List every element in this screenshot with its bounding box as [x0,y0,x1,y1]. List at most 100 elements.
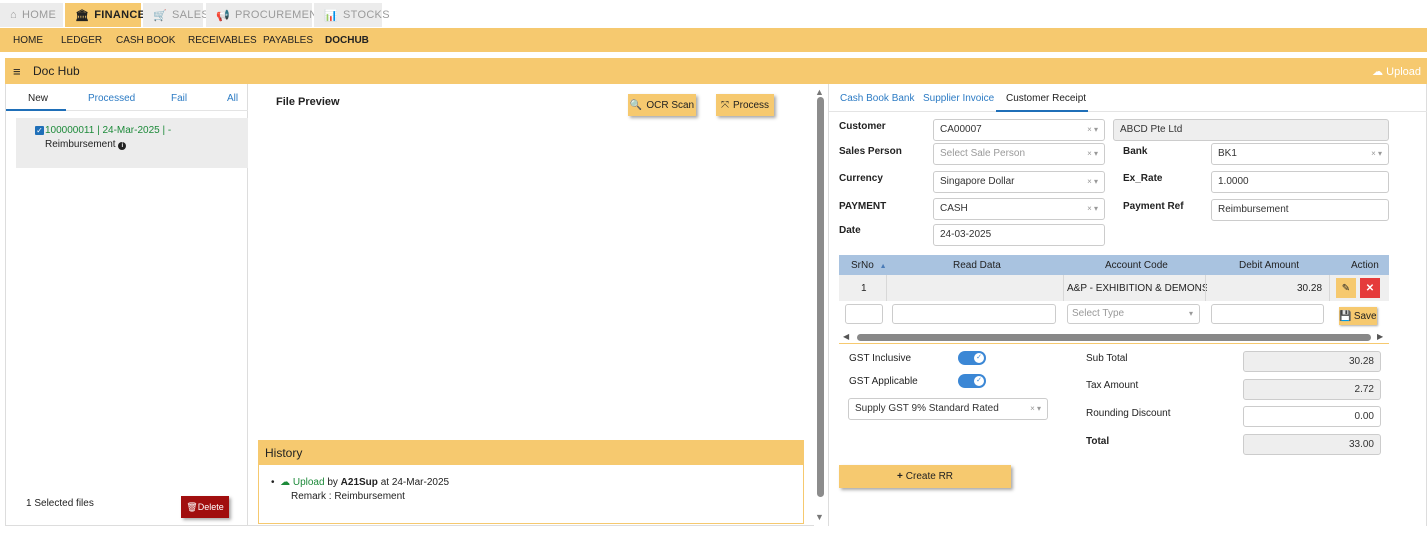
tab-procurement[interactable]: 📢 PROCUREMENT [206,3,324,27]
home-icon: ⌂ [10,9,17,21]
delete-row-button[interactable]: ✕ [1360,278,1380,298]
history-remark: Remark : Reimbursement [291,491,405,502]
cart-icon: 🛒 [153,9,167,22]
customer-value: CA00007 [940,124,982,135]
gst-type-value: Supply GST 9% Standard Rated [855,403,999,414]
header-srno-label: SrNo [851,260,874,271]
header-read-data[interactable]: Read Data [953,260,1001,271]
payment-ref-input[interactable]: Reimbursement [1211,199,1389,221]
tab-customer-receipt[interactable]: Customer Receipt [1006,93,1086,104]
trash-icon: 🗑 [186,501,198,512]
bullhorn-icon: 📢 [216,9,230,22]
clear-dropdown-icon[interactable]: × ▾ [1371,144,1382,164]
header-debit-amount[interactable]: Debit Amount [1239,260,1299,271]
tab-finance[interactable]: 🏛 FINANCE [65,3,145,27]
tab-stocks-label: STOCKS [343,9,390,21]
subnav-home[interactable]: HOME [13,35,43,46]
subnav-dochub[interactable]: DOCHUB [325,35,369,46]
upload-button[interactable]: ☁ Upload [1372,65,1421,78]
save-icon: 💾 [1339,310,1352,322]
info-icon[interactable]: i [118,142,127,150]
history-title: History [259,441,803,465]
vertical-scrollbar[interactable]: ▲ ▼ [815,87,825,523]
currency-select[interactable]: Singapore Dollar × ▾ [933,171,1105,193]
bank-value: BK1 [1218,148,1237,159]
tab-sales-label: SALES [172,9,209,21]
clear-dropdown-icon[interactable]: × ▾ [1087,199,1098,219]
srno-input[interactable] [845,304,883,324]
create-rr-button[interactable]: + Create RR [839,465,1011,488]
tab-stocks[interactable]: 📊 STOCKS [314,3,390,27]
clear-dropdown-icon[interactable]: × ▾ [1030,399,1041,419]
history-panel: History • ☁ Upload by A21Sup at 24-Mar-2… [258,440,804,524]
table-header: SrNo ▲ Read Data Account Code Debit Amou… [839,255,1389,275]
tab-home-label: HOME [21,9,57,21]
tab-sales[interactable]: 🛒 SALES [143,3,209,27]
ex-rate-input[interactable]: 1.0000 [1211,171,1389,193]
total-label: Total [1086,436,1110,447]
tab-processed[interactable]: Processed [88,93,135,104]
scroll-thumb[interactable] [817,97,824,497]
create-rr-label: Create RR [905,471,954,482]
history-user: A21Sup [340,477,378,488]
header-account-code[interactable]: Account Code [1105,260,1168,271]
payment-select[interactable]: CASH × ▾ [933,198,1105,220]
tab-all[interactable]: All [227,93,238,104]
scroll-up-icon[interactable]: ▲ [815,87,824,97]
customer-select[interactable]: CA00007 × ▾ [933,119,1105,141]
gst-applicable-label: GST Applicable [849,376,918,387]
horizontal-scrollbar[interactable]: ◀ ▶ [839,332,1389,344]
process-button[interactable]: ⤧ Process [716,94,774,116]
payment-value: CASH [940,203,968,214]
scroll-left-icon[interactable]: ◀ [843,332,849,341]
receipt-form-panel: Cash Book Bank Supplier Invoice Customer… [828,84,1427,526]
read-data-input[interactable] [892,304,1056,324]
clear-dropdown-icon[interactable]: × ▾ [1087,144,1098,164]
edit-button[interactable]: ✎ [1336,278,1356,298]
gst-applicable-toggle[interactable]: ✓ [958,374,986,388]
account-type-select[interactable]: Select Type ▾ [1067,304,1200,324]
ocr-scan-button[interactable]: 🔍 OCR Scan [628,94,696,116]
tab-cash-book-bank[interactable]: Cash Book Bank [840,93,915,104]
scroll-down-icon[interactable]: ▼ [815,512,824,522]
cloud-upload-icon: ☁ [280,477,291,488]
rounding-discount-input[interactable]: 0.00 [1243,406,1381,427]
ex-rate-label: Ex_Rate [1123,173,1163,184]
selected-files-count: 1 Selected files [26,498,94,509]
tabs-divider [829,111,1427,112]
history-action: Upload [292,477,325,488]
tab-new[interactable]: New [28,93,48,104]
bank-label: Bank [1123,146,1148,157]
sort-ascending-icon[interactable]: ▲ [880,263,887,270]
file-description-text: Reimbursement [45,139,116,150]
gst-inclusive-toggle[interactable]: ✓ [958,351,986,365]
delete-button[interactable]: 🗑 Delete [181,496,229,518]
hamburger-menu-icon[interactable]: ≡ [13,64,21,79]
tab-home[interactable]: ⌂ HOME [0,3,63,27]
tab-fail[interactable]: Fail [171,93,187,104]
header-srno[interactable]: SrNo ▲ [851,260,887,271]
gst-type-select[interactable]: Supply GST 9% Standard Rated × ▾ [848,398,1048,420]
subnav-payables[interactable]: PAYABLES [263,35,313,46]
scroll-right-icon[interactable]: ▶ [1377,332,1383,341]
debit-amount-input[interactable] [1211,304,1324,324]
file-preview-title: File Preview [276,96,340,108]
tab-supplier-invoice[interactable]: Supplier Invoice [923,93,994,104]
scroll-thumb[interactable] [857,334,1371,341]
tax-amount-label: Tax Amount [1086,380,1139,391]
file-checkbox[interactable]: ✓ [35,126,44,135]
date-input[interactable]: 24-03-2025 [933,224,1105,246]
subnav-ledger[interactable]: LEDGER [61,35,102,46]
subnav-receivables[interactable]: RECEIVABLES [188,35,257,46]
customer-name-field: ABCD Pte Ltd [1113,119,1389,141]
file-list-item[interactable]: ✓ 100000011 | 24-Mar-2025 | - Reimbursem… [16,118,248,168]
clear-dropdown-icon[interactable]: × ▾ [1087,120,1098,140]
bank-select[interactable]: BK1 × ▾ [1211,143,1389,165]
save-row-button[interactable]: 💾 Save [1339,307,1377,325]
subnav-cash-book[interactable]: CASH BOOK [116,35,175,46]
sub-total-label: Sub Total [1086,353,1128,364]
clear-dropdown-icon[interactable]: × ▾ [1087,172,1098,192]
sub-total-field: 30.28 [1243,351,1381,372]
payment-label: PAYMENT [839,201,887,212]
sales-person-select[interactable]: Select Sale Person × ▾ [933,143,1105,165]
